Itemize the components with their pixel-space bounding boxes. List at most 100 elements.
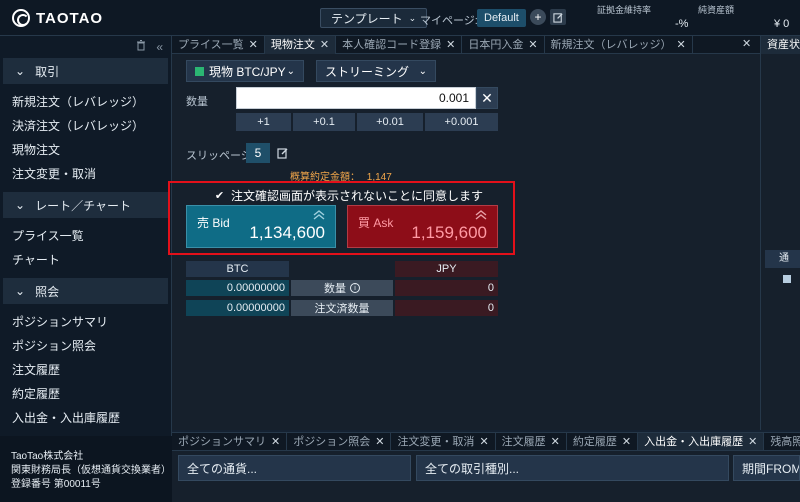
sidebar-item[interactable]: チャート <box>0 248 171 272</box>
tab-label: 日本円入金 <box>468 39 524 51</box>
period-from-filter[interactable]: 期間FROM <box>733 455 800 481</box>
history-tab-bar: ポジションサマリ ✕ ポジション照会 ✕ 注文変更・取消 ✕ 注文履歴 ✕ 約定履歴 ✕ 入出金・入… <box>172 433 800 451</box>
sidebar-item[interactable]: 約定履歴 <box>0 382 171 406</box>
logo[interactable]: TAOTAO <box>12 9 103 27</box>
jpy-quantity: 0 <box>395 280 498 296</box>
tab-1[interactable]: 現物注文 ✕ <box>264 36 337 54</box>
close-tab-icon[interactable]: ✕ <box>748 436 757 448</box>
close-tab-icon[interactable]: ✕ <box>446 39 455 51</box>
sidebar-section-title: 取引 <box>35 64 60 79</box>
chevron-down-icon: ⌄ <box>15 284 26 298</box>
trash-icon[interactable] <box>136 40 146 54</box>
sidebar-item[interactable]: プライス一覧 <box>0 224 171 248</box>
asset-status-panel: 資産状 通 <box>760 36 800 430</box>
asset-status-tab[interactable]: 資産状 <box>761 36 800 54</box>
tab-label: 本人確認コード登録 <box>342 39 442 51</box>
chevron-down-icon: ⌄ <box>15 198 26 212</box>
bid-price: 1,134,600 <box>249 223 325 242</box>
sidebar-section-items: ポジションサマリ ポジション照会 注文履歴 約定履歴 入出金・入出庫履歴 <box>0 304 171 430</box>
close-tab-icon[interactable]: ✕ <box>375 436 384 448</box>
main-tab-bar: プライス一覧 ✕ 現物注文 ✕ 本人確認コード登録 ✕ 日本円入金 ✕ 新規注文（レバレッジ） ✕ <box>172 36 760 54</box>
checkbox-checked-icon[interactable]: ✔ <box>214 190 225 202</box>
mypage-default-button[interactable]: Default <box>477 9 526 27</box>
quantity-input[interactable] <box>236 87 476 109</box>
history-tab-1[interactable]: ポジション照会 ✕ <box>287 433 392 450</box>
sidebar-item[interactable]: ポジション照会 <box>0 334 171 358</box>
close-tab-icon[interactable]: ✕ <box>528 39 537 51</box>
close-panel-icon[interactable]: ✕ <box>742 37 751 50</box>
sidebar-item[interactable]: 新規注文（レバレッジ） <box>0 90 171 114</box>
company-name: TaoTao株式会社 <box>11 451 84 462</box>
buy-ask-button[interactable]: 買 Ask 1,159,600 <box>347 205 498 248</box>
margin-rate-value: -% <box>675 18 689 30</box>
jpy-header: JPY <box>395 261 498 277</box>
sidebar-section-1[interactable]: ⌄ レート／チャート <box>3 192 168 218</box>
chevron-down-icon: ⌄ <box>418 65 427 77</box>
net-assets-value: ¥ 0 <box>774 18 790 30</box>
quantity-row-label: 数量 i <box>291 280 393 296</box>
collapse-sidebar-icon[interactable]: « <box>156 40 163 54</box>
history-tab-4[interactable]: 約定履歴 ✕ <box>567 433 639 450</box>
pair-select[interactable]: 現物 BTC/JPY ⌄ <box>186 60 304 82</box>
history-tab-label: 入出金・入出庫履歴 <box>644 436 744 448</box>
add-page-icon[interactable]: + <box>530 9 546 25</box>
increment-button-0-001[interactable]: +0.001 <box>425 113 498 131</box>
sidebar-item[interactable]: 決済注文（レバレッジ） <box>0 114 171 138</box>
trade-type-filter[interactable]: 全ての取引種別... <box>416 455 729 481</box>
chevron-up-icon <box>313 210 325 220</box>
history-tab-0[interactable]: ポジションサマリ ✕ <box>172 433 288 450</box>
sidebar-section-0[interactable]: ⌄ 取引 <box>3 58 168 84</box>
top-bar: TAOTAO テンプレート ⌄ マイページ: Default + 証拠金維持率 … <box>0 0 800 36</box>
ordered-quantity-row-label: 注文済数量 <box>291 300 393 316</box>
currency-filter[interactable]: 全ての通貨... <box>178 455 411 481</box>
mode-select[interactable]: ストリーミング ⌄ <box>316 60 436 82</box>
increment-button-0-01[interactable]: +0.01 <box>357 113 423 131</box>
history-tab-6[interactable]: 残高照会✕ <box>764 433 800 450</box>
increment-button-0-1[interactable]: +0.1 <box>293 113 355 131</box>
sidebar-item[interactable]: 入出金・入出庫履歴 <box>0 406 171 430</box>
close-tab-icon[interactable]: ✕ <box>622 436 631 448</box>
sidebar-item[interactable]: ポジションサマリ <box>0 310 171 334</box>
info-icon[interactable]: i <box>350 283 360 293</box>
pair-select-value: 現物 BTC/JPY <box>209 64 286 79</box>
slippage-input[interactable]: 5 <box>246 143 270 163</box>
tab-3[interactable]: 日本円入金 ✕ <box>462 36 545 54</box>
logo-text: TAOTAO <box>36 9 104 27</box>
template-dropdown[interactable]: テンプレート ⌄ <box>320 8 428 28</box>
clear-quantity-icon[interactable]: ✕ <box>476 87 498 109</box>
sidebar-section-2[interactable]: ⌄ 照会 <box>3 278 168 304</box>
sidebar: « ⌄ 取引 新規注文（レバレッジ） 決済注文（レバレッジ） 現物注文 注文変更・取消 ⌄ レ… <box>0 36 172 502</box>
company-registration: 関東財務局長（仮想通貨交換業者） <box>11 465 171 476</box>
sidebar-item[interactable]: 注文変更・取消 <box>0 162 171 186</box>
tab-0[interactable]: プライス一覧 ✕ <box>172 36 265 54</box>
increment-button-1[interactable]: +1 <box>236 113 291 131</box>
history-tab-2[interactable]: 注文変更・取消 ✕ <box>391 433 496 450</box>
btc-quantity: 0.00000000 <box>186 280 289 296</box>
company-registration-number: 登録番号 第00011号 <box>11 479 101 490</box>
agree-checkbox-row[interactable]: ✔ 注文確認画面が表示されないことに同意します <box>214 187 483 204</box>
edit-page-icon[interactable] <box>550 9 566 25</box>
history-tab-label: 残高照会 <box>770 436 800 448</box>
sidebar-section-items: プライス一覧 チャート <box>0 218 171 272</box>
close-tab-icon[interactable]: ✕ <box>677 39 686 51</box>
template-label: テンプレート <box>331 11 403 26</box>
sidebar-item[interactable]: 現物注文 <box>0 138 171 162</box>
close-tab-icon[interactable]: ✕ <box>320 39 329 51</box>
history-tab-label: 注文変更・取消 <box>397 436 475 448</box>
close-tab-icon[interactable]: ✕ <box>551 436 560 448</box>
close-tab-icon[interactable]: ✕ <box>271 436 280 448</box>
history-tab-3[interactable]: 注文履歴 ✕ <box>496 433 567 450</box>
close-tab-icon[interactable]: ✕ <box>249 39 258 51</box>
edit-slippage-icon[interactable] <box>277 146 289 164</box>
tab-label: 新規注文（レバレッジ） <box>550 39 672 51</box>
table-header-spacer <box>291 261 393 277</box>
sidebar-menu: ⌄ 取引 新規注文（レバレッジ） 決済注文（レバレッジ） 現物注文 注文変更・取消 ⌄ レート… <box>0 58 171 430</box>
tab-4[interactable]: 新規注文（レバレッジ） ✕ <box>545 36 693 54</box>
chevron-down-icon: ⌄ <box>408 12 417 23</box>
quantity-row-label-text: 数量 <box>324 283 346 295</box>
sell-bid-button[interactable]: 売 Bid 1,134,600 <box>186 205 336 248</box>
tab-2[interactable]: 本人確認コード登録 ✕ <box>336 36 463 54</box>
history-tab-5[interactable]: 入出金・入出庫履歴 ✕ <box>638 433 765 450</box>
close-tab-icon[interactable]: ✕ <box>479 436 488 448</box>
sidebar-item[interactable]: 注文履歴 <box>0 358 171 382</box>
